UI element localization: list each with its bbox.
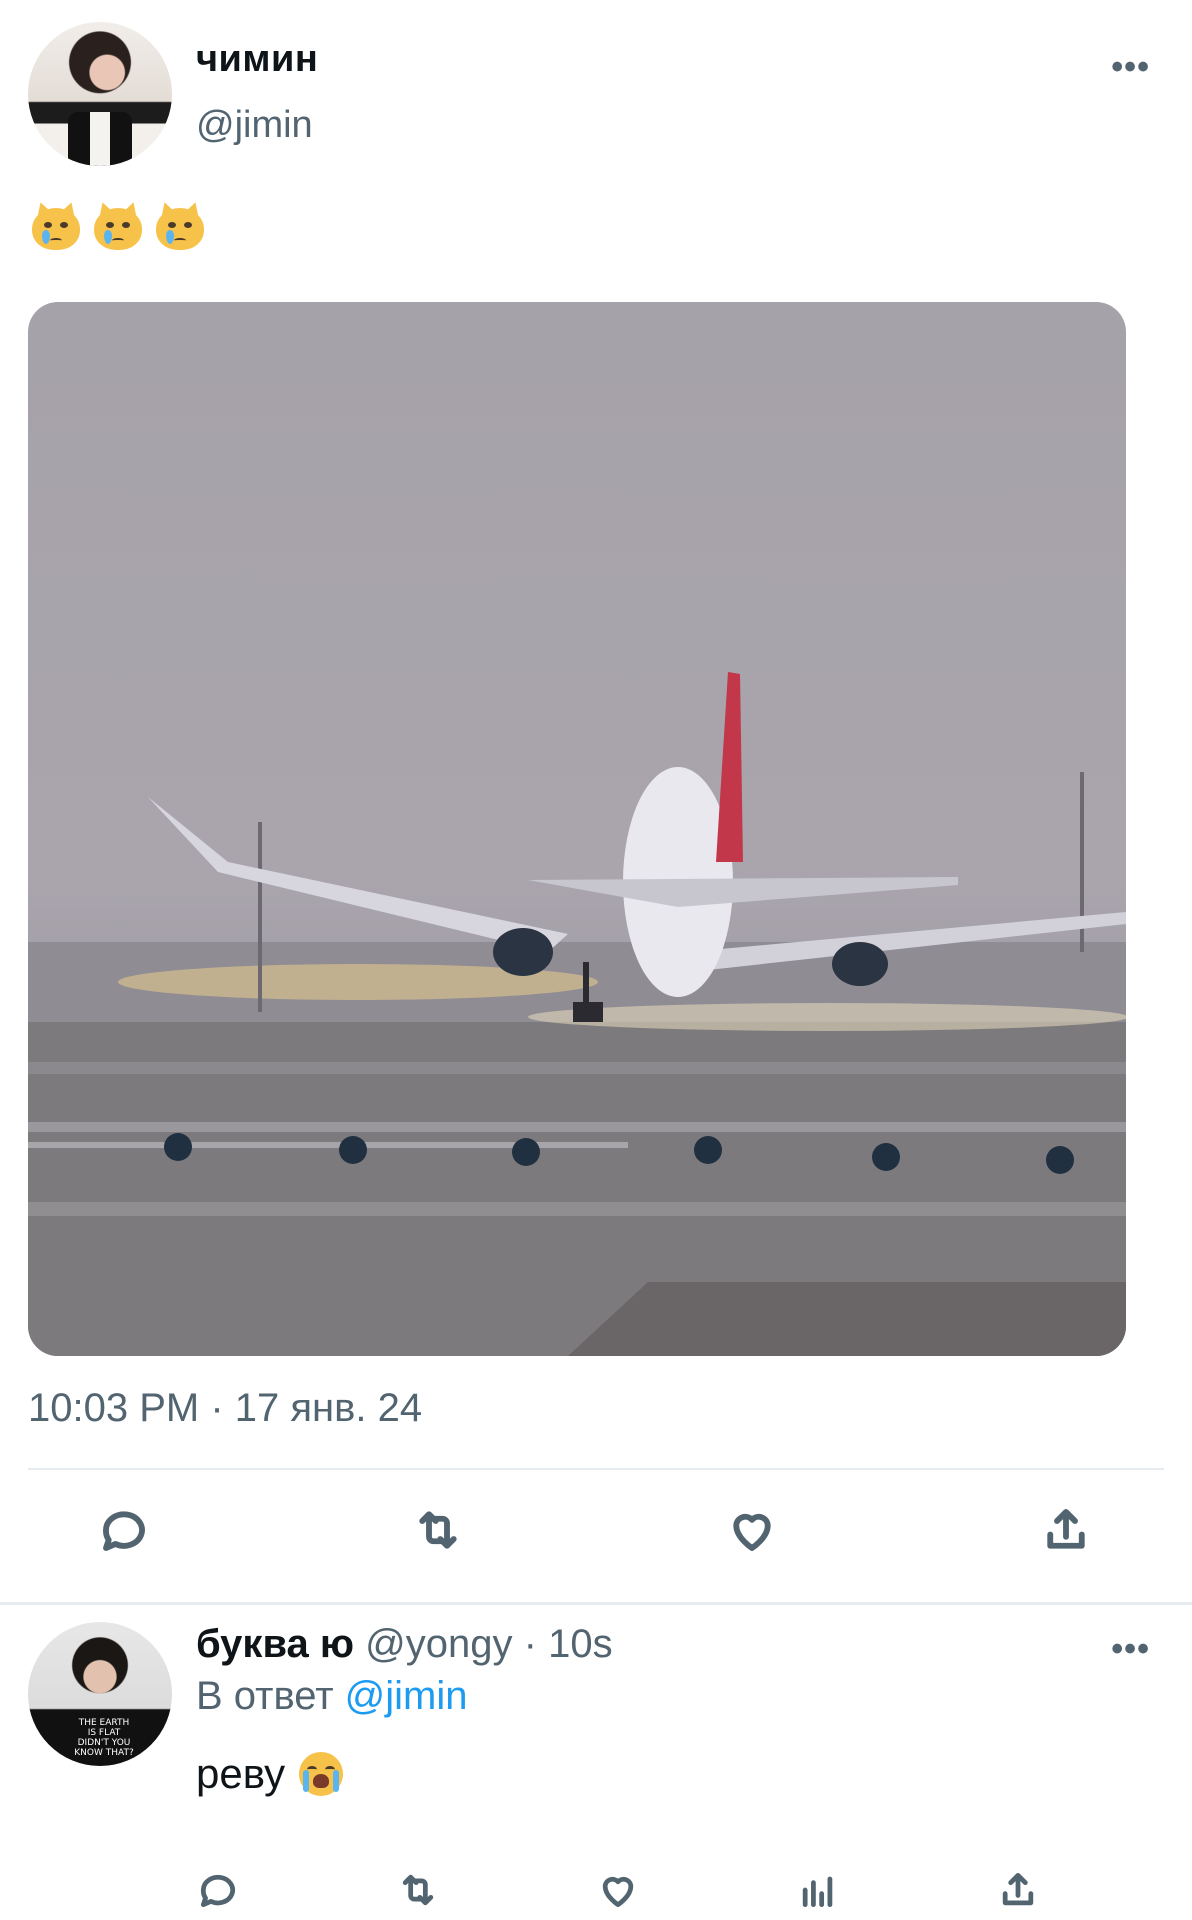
reply-icon[interactable]	[188, 1860, 248, 1920]
divider	[0, 1602, 1192, 1605]
mention-link[interactable]: @jimin	[345, 1674, 468, 1718]
display-name[interactable]: буква ю	[196, 1622, 354, 1666]
crying-cat-face-icon	[30, 199, 82, 252]
loudly-crying-face-icon	[299, 1752, 344, 1796]
crying-cat-face-icon	[154, 199, 206, 252]
tweet-action-bar	[0, 1500, 1192, 1570]
avatar-shirt-text: THE EARTH IS FLAT DIDN'T YOU KNOW THAT?	[74, 1718, 134, 1758]
avatar[interactable]: THE EARTH IS FLAT DIDN'T YOU KNOW THAT?	[28, 1622, 172, 1766]
like-icon[interactable]	[588, 1860, 648, 1920]
more-options-icon[interactable]: •••	[1111, 48, 1150, 87]
reply-header: буква ю @yongy · 10s	[196, 1622, 613, 1667]
reply-icon[interactable]	[94, 1500, 154, 1560]
reply-tweet: THE EARTH IS FLAT DIDN'T YOU KNOW THAT? …	[0, 1610, 1192, 1920]
views-icon[interactable]	[788, 1860, 848, 1920]
retweet-icon[interactable]	[388, 1860, 448, 1920]
tweet-timestamp[interactable]: 10:03 PM · 17 янв. 24	[28, 1386, 422, 1431]
share-icon[interactable]	[1036, 1500, 1096, 1560]
reply-text: реву	[196, 1750, 344, 1798]
reply-action-bar	[0, 1860, 1192, 1916]
retweet-icon[interactable]	[408, 1500, 468, 1560]
divider	[28, 1468, 1164, 1470]
like-icon[interactable]	[722, 1500, 782, 1560]
main-tweet: чимин @jimin ••• 10:03 PM · 17 янв. 24	[0, 0, 1192, 1600]
share-icon[interactable]	[988, 1860, 1048, 1920]
tweet-text	[30, 199, 206, 252]
reply-body: реву	[196, 1750, 286, 1797]
display-name[interactable]: чимин	[196, 38, 318, 81]
replying-to-prefix: В ответ	[196, 1674, 334, 1718]
replying-to: В ответ @jimin	[196, 1674, 468, 1719]
user-handle[interactable]: @jimin	[196, 104, 313, 147]
more-options-icon[interactable]: •••	[1111, 1630, 1150, 1669]
user-handle[interactable]: @yongy	[365, 1622, 512, 1666]
separator: ·	[523, 1622, 537, 1666]
tweet-media-video[interactable]	[28, 302, 1126, 1356]
reply-timestamp[interactable]: 10s	[548, 1622, 613, 1666]
crying-cat-face-icon	[92, 199, 144, 252]
avatar[interactable]	[28, 22, 172, 166]
